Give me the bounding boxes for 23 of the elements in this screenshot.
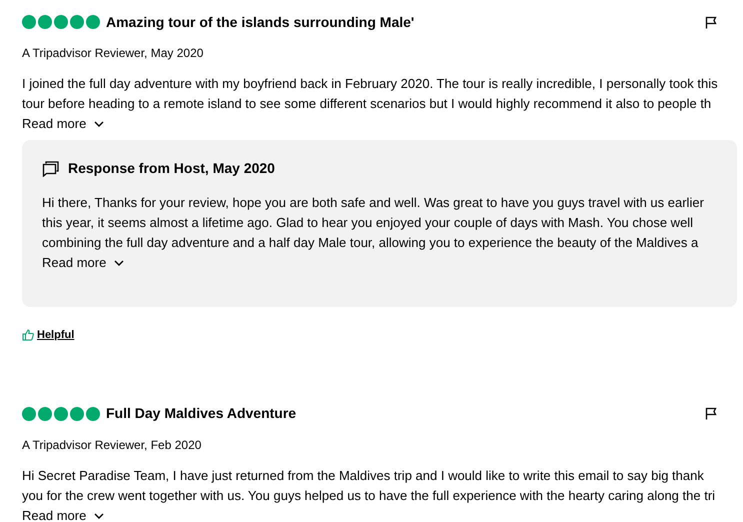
read-more-link[interactable]: Read more <box>22 114 104 134</box>
chevron-down-icon <box>94 121 104 127</box>
chat-bubbles-icon <box>42 160 60 177</box>
review-text-line: tour before heading to a remote island to see some different scenarios but I would highly recommend it also to people th <box>22 95 712 113</box>
review-title: Full Day Maldives Adventure <box>106 404 296 423</box>
review-text-line: I joined the full day adventure with my boyfriend back in February 2020. The tour is really incredible, I personally took this <box>22 75 719 93</box>
review-title: Amazing tour of the islands surrounding Male' <box>106 12 414 32</box>
chevron-down-icon <box>114 260 124 266</box>
read-more-link[interactable]: Read more <box>42 253 124 273</box>
review-text-line: Hi Secret Paradise Team, I have just returned from the Maldives trip and I would like to write this email to say big thank <box>22 466 705 485</box>
helpful-link[interactable]: Helpful <box>22 327 74 344</box>
response-text-line: this year, it seems almost a lifetime ago. Glad to hear you enjoyed your couple of days with Mash. You chose well <box>42 214 694 232</box>
response-title: Response from Host, May 2020 <box>68 159 275 178</box>
flag-icon[interactable] <box>705 407 717 420</box>
chevron-down-icon <box>94 512 104 518</box>
flag-icon[interactable] <box>705 16 717 28</box>
response-text-line: Hi there, Thanks for your review, hope you are both safe and well. Was great to have you guys travel with us earlier <box>42 194 704 212</box>
read-more-link[interactable]: Read more <box>22 506 104 522</box>
reviewer-byline: A Tripadvisor Reviewer, May 2020 <box>22 45 204 62</box>
response-text-line: combining the full day adventure and a half day Male tour, allowing you to experience the beauty of the Maldives a <box>42 234 698 252</box>
thumbs-up-icon <box>22 329 34 342</box>
reviewer-byline: A Tripadvisor Reviewer, Feb 2020 <box>22 436 202 454</box>
review-text-line: you for the crew went together with us. You guys helped us to have the full experience with the hearty caring along the tri <box>22 486 716 505</box>
